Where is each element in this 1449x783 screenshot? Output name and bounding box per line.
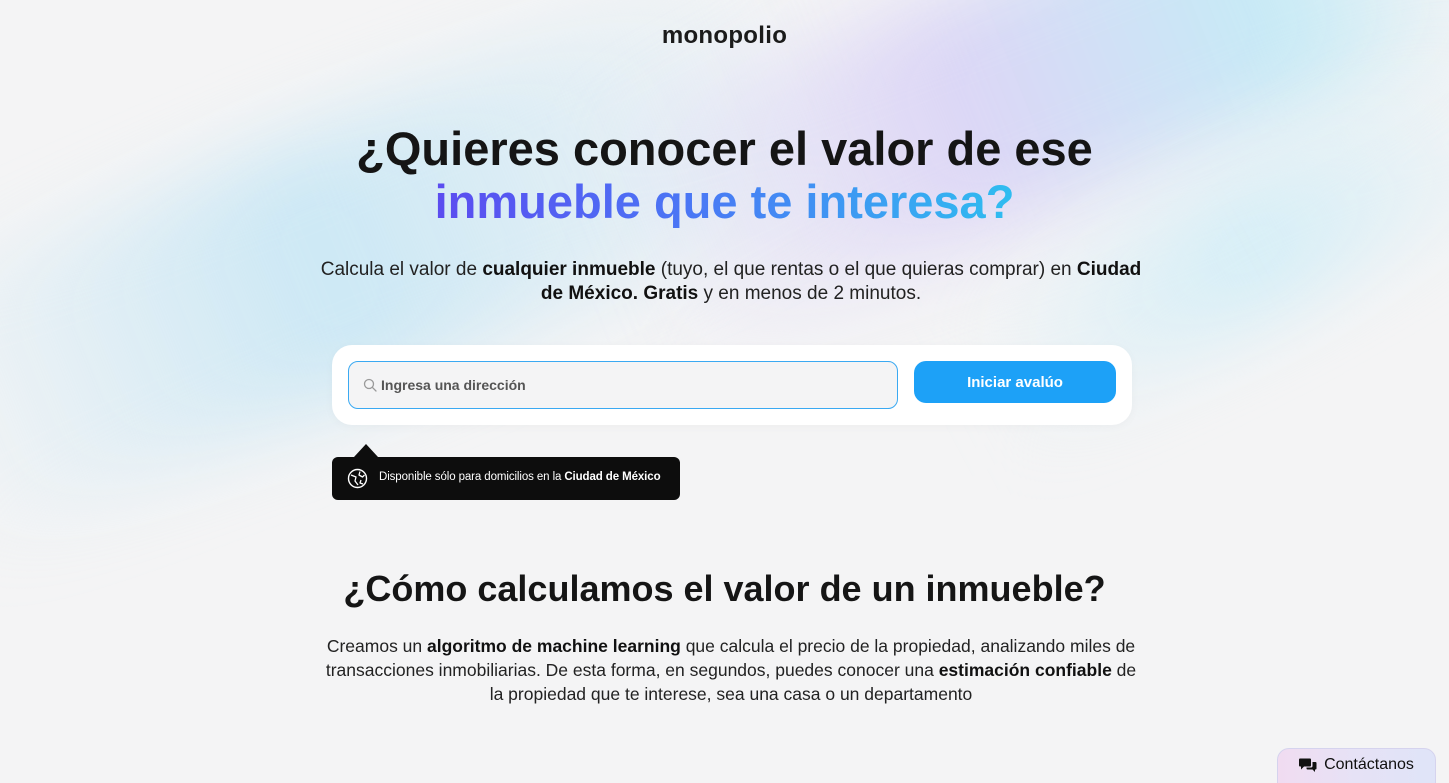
hero-subtitle-part-bold: cualquier inmueble [482, 259, 656, 280]
hero-subtitle-part: (tuyo, el que rentas o el que quieras co… [655, 259, 1077, 280]
hero-subtitle-part: Calcula el valor de [320, 259, 483, 280]
search-card: Iniciar avalúo [332, 345, 1132, 425]
chat-bubbles-icon [1299, 758, 1317, 772]
contact-button-label: Contáctanos [1324, 756, 1414, 773]
how-text-part-bold: algoritmo de machine learning [427, 636, 681, 656]
contact-button[interactable]: Contáctanos [1277, 748, 1436, 783]
tooltip-text: Disponible sólo para domicilios en la Ciu… [379, 471, 661, 483]
hero-subtitle: Calcula el valor de cualquier inmueble (… [310, 258, 1152, 306]
address-search-field[interactable] [348, 361, 898, 409]
address-search-input[interactable] [381, 362, 891, 408]
start-valuation-button[interactable]: Iniciar avalúo [914, 361, 1116, 403]
tooltip-highlight: Ciudad de México [564, 471, 661, 483]
hero-title: ¿Quieres conocer el valor de ese inmuebl… [0, 122, 1449, 228]
hero-subtitle-part: y en menos de 2 minutos. [698, 283, 922, 304]
availability-tooltip: Disponible sólo para domicilios en la Ciu… [332, 444, 680, 500]
search-icon [363, 378, 377, 392]
how-text-part: Creamos un [326, 636, 428, 656]
tooltip-arrow [354, 444, 378, 457]
brand-logo[interactable]: monopolio [0, 22, 1449, 50]
hero-title-line2: inmueble que te interesa? [434, 175, 1015, 228]
hero-title-line1: ¿Quieres conocer el valor de ese [356, 122, 1093, 175]
how-section-text: Creamos un algoritmo de machine learning… [320, 634, 1142, 706]
how-text-part-bold: estimación confiable [938, 660, 1112, 680]
location-globe-icon [347, 468, 368, 489]
tooltip-message: Disponible sólo para domicilios en la [379, 471, 562, 483]
how-section-title: ¿Cómo calculamos el valor de un inmueble… [343, 568, 1106, 609]
